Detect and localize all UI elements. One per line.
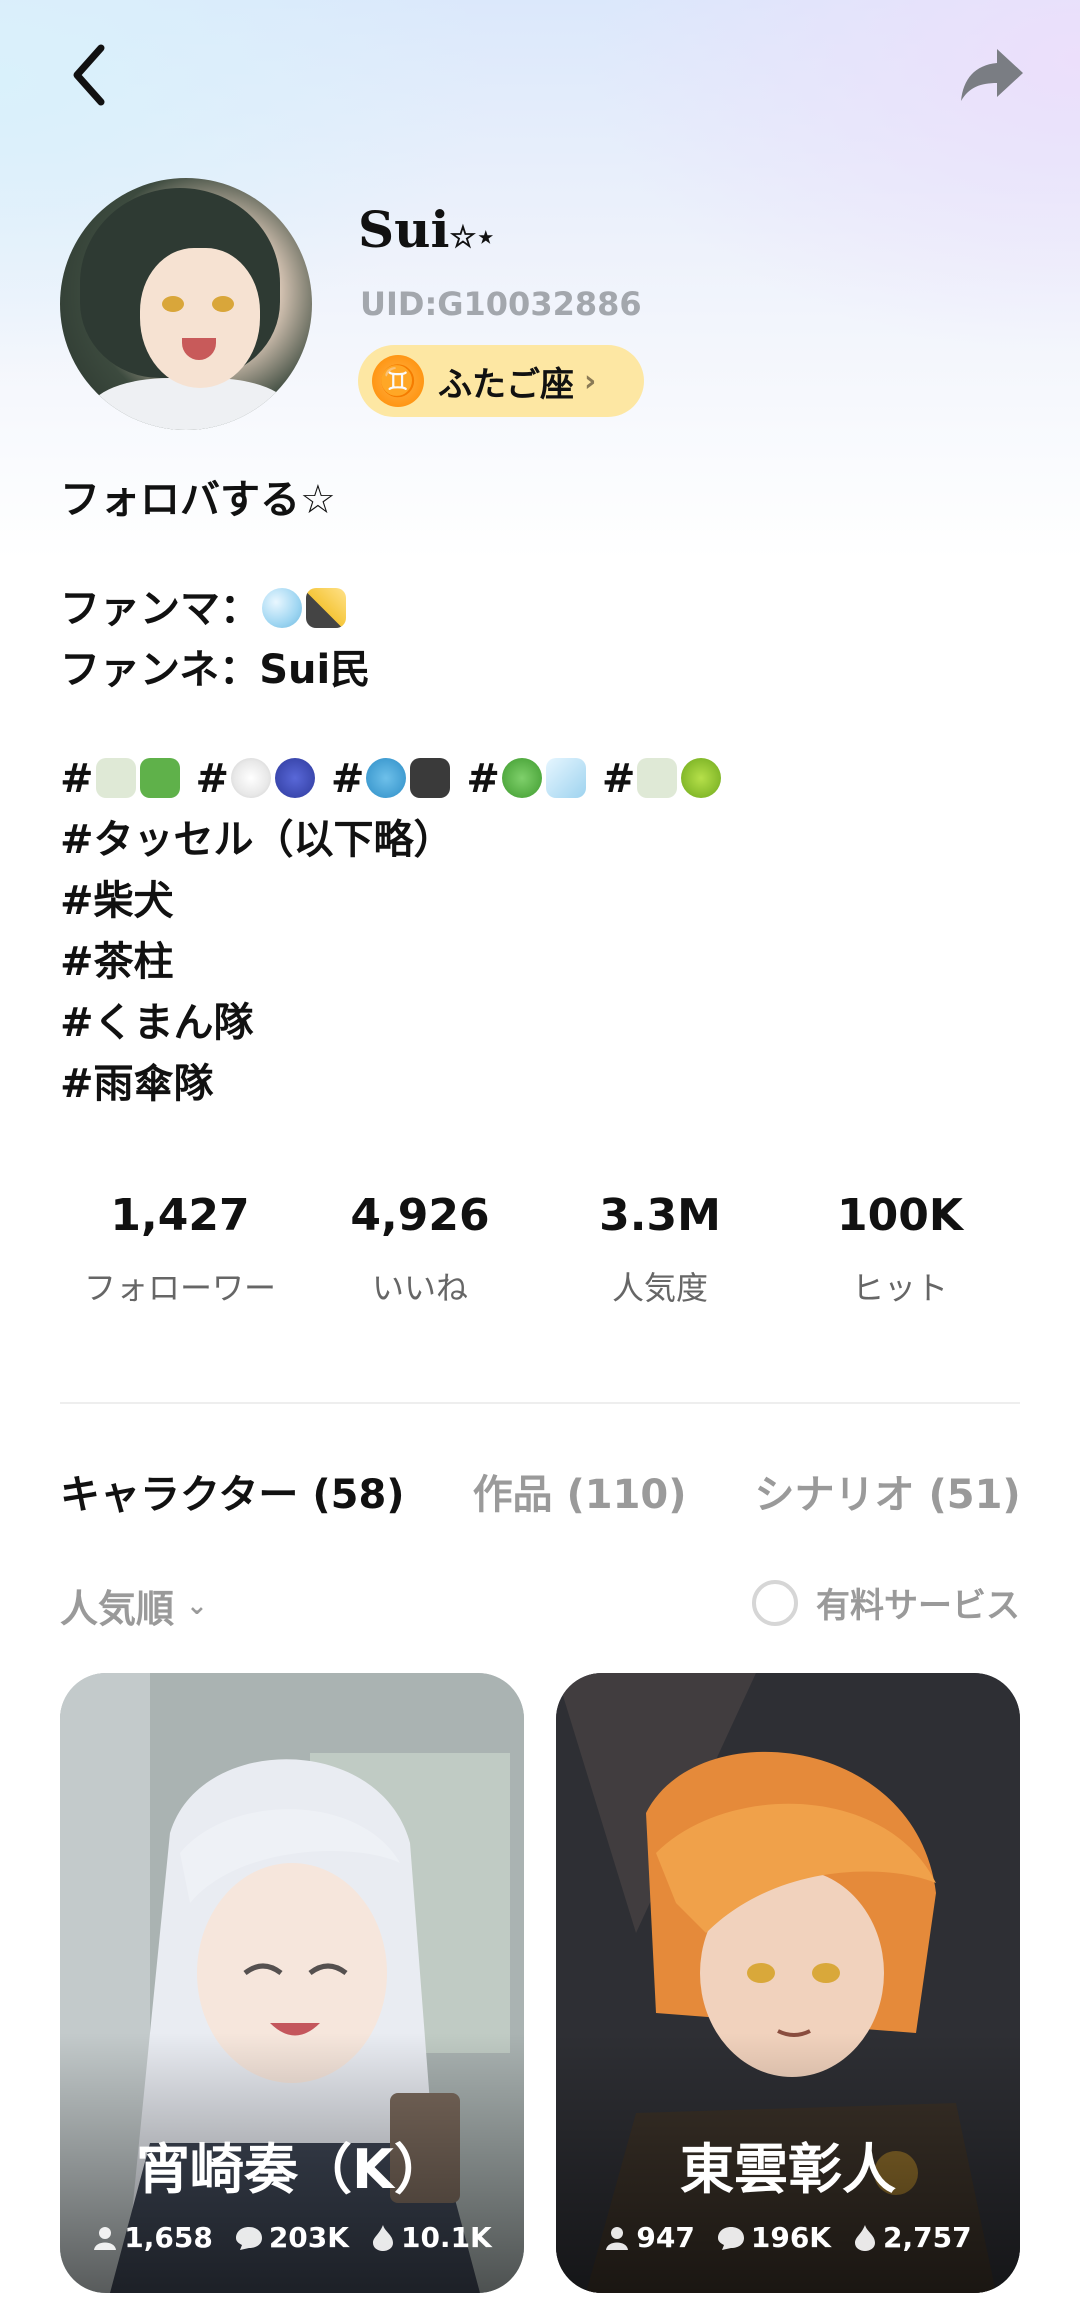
chat-count: 196K [750,2221,832,2254]
profile-name-suffix: ☆⋆ [449,220,496,255]
stat-value: 4,926 [350,1190,490,1241]
flame-icon [855,2224,876,2251]
share-button[interactable] [947,30,1037,120]
user-icon [94,2226,117,2250]
zodiac-badge[interactable]: ♊ ふたご座 › [358,345,644,417]
stat-value: 100K [837,1190,963,1241]
user-icon [606,2226,629,2250]
ice-cube-emoji-icon [545,758,586,798]
user-id: UID:G10032886 [360,285,642,323]
tea-emoji-icon [95,758,136,798]
chat-count: 203K [268,2221,349,2254]
character-card[interactable]: 宵崎奏（K） 1,658 203K 10.1K [60,1673,524,2293]
hashtag: #タッセル（以下略） [60,817,454,863]
back-button[interactable] [43,30,133,120]
blueberries-emoji-icon [274,758,315,798]
fanmark-label: ファンマ： [60,586,260,632]
paid-filter-toggle[interactable]: 有料サービス [752,1578,1020,1627]
character-stats: 1,658 203K 10.1K [60,2221,524,2254]
zodiac-label: ふたご座 [438,364,574,405]
profile-stats: 1,427 フォローワー 4,926 いいね 3.3M 人気度 100K ヒット [60,1190,1020,1309]
stat-followers[interactable]: 1,427 フォローワー [60,1190,300,1309]
flame-icon [372,2224,393,2251]
caterpillar-emoji-icon [681,758,722,798]
chat-bubble-icon [717,2226,744,2250]
character-stats: 947 196K 2,757 [556,2221,1020,2254]
stat-hits[interactable]: 100K ヒット [780,1190,1020,1309]
user-count: 1,658 [124,2221,213,2254]
section-divider [60,1402,1020,1404]
back-arrow-icon [73,44,105,106]
sort-dropdown[interactable]: 人気順 ⌄ [60,1578,208,1633]
hashtag: #柴犬 [60,878,174,924]
game-controller-emoji-icon [410,758,451,798]
stat-label: いいね [371,1269,468,1307]
share-icon [961,49,1023,101]
profile-name-text: Sui [358,200,450,259]
user-count: 947 [636,2221,695,2254]
herb-emoji-icon [139,758,180,798]
stat-value: 1,427 [110,1190,250,1241]
chevron-down-icon: ⌄ [186,1590,208,1621]
stat-label: ヒット [851,1269,948,1307]
magic-wand-emoji-icon [306,588,346,628]
character-card[interactable]: 東雲彰人 947 196K 2,757 [556,1673,1020,2293]
emoji-tags-line: # # # # # [60,749,1020,810]
avatar[interactable] [60,178,312,430]
like-count: 10.1K [400,2221,492,2254]
tab-works[interactable]: 作品 (110) [473,1462,687,1520]
zodiac-gemini-icon: ♊ [372,355,424,407]
volleyball-emoji-icon [230,758,271,798]
stat-value: 3.3M [599,1190,721,1241]
tab-scenarios[interactable]: シナリオ (51) [755,1462,1021,1520]
fanmark-line: ファンマ： [60,579,1020,640]
chevron-right-icon: › [584,363,597,399]
chat-bubble-icon [235,2226,262,2250]
radio-button[interactable] [752,1579,798,1626]
top-bar [0,0,1080,150]
bio: フォロバする☆ ファンマ： ファンネ：Sui民 # # # # # #タッセル（… [60,470,1020,1115]
stat-popularity[interactable]: 3.3M 人気度 [540,1190,780,1309]
stat-likes[interactable]: 4,926 いいね [300,1190,540,1309]
stat-label: 人気度 [611,1269,708,1307]
fanname-line: ファンネ：Sui民 [60,647,371,693]
hashtag: #雨傘隊 [60,1061,214,1107]
paw-prints-emoji-icon [366,758,407,798]
bubbles-emoji-icon [262,588,302,628]
paid-label: 有料サービス [816,1586,1020,1626]
like-count: 2,757 [883,2221,972,2254]
bio-line: フォロバする☆ [60,477,336,523]
tea-emoji-icon [637,758,678,798]
character-name: 東雲彰人 [680,2138,896,2201]
stat-label: フォローワー [83,1269,276,1307]
hashtag: #茶柱 [60,939,174,985]
hashtag: #くまん隊 [60,1000,254,1046]
tab-characters[interactable]: キャラクター (58) [60,1462,405,1520]
sort-label: 人気順 [60,1587,175,1631]
character-name: 宵崎奏（K） [136,2138,448,2201]
profile-name: Sui☆⋆ [358,200,495,259]
content-tabs: キャラクター (58) 作品 (110) シナリオ (51) [60,1462,1080,1522]
four-leaf-clover-emoji-icon [501,758,542,798]
